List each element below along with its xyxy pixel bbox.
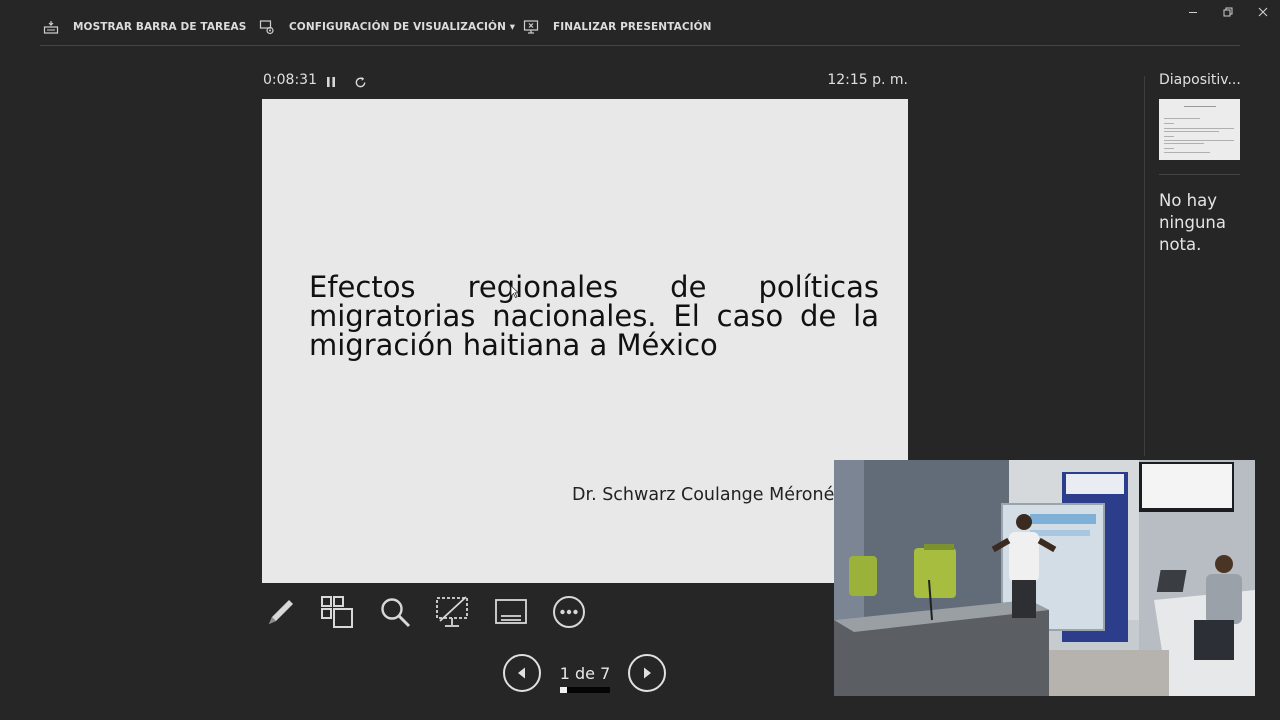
show-taskbar-button[interactable]: MOSTRAR BARRA DE TAREAS <box>43 14 246 40</box>
toolbar-divider <box>40 45 1240 46</box>
restore-button[interactable] <box>1211 2 1245 22</box>
reset-timer-button[interactable] <box>352 74 368 90</box>
current-time: 12:15 p. m. <box>827 72 908 88</box>
more-options-button[interactable] <box>551 594 587 630</box>
speaker-notes: No hay ninguna nota. <box>1159 191 1226 254</box>
display-settings-icon <box>259 20 274 35</box>
next-slide-thumbnail[interactable] <box>1159 99 1240 160</box>
subtitles-button[interactable] <box>493 594 529 630</box>
current-slide: Efectos regionales de políticas migrator… <box>262 99 908 583</box>
slide-author: Dr. Schwarz Coulange Méroné <box>572 485 835 505</box>
restart-icon <box>355 76 365 87</box>
show-taskbar-label: MOSTRAR BARRA DE TAREAS <box>73 21 247 33</box>
end-show-button[interactable]: FINALIZAR PRESENTACIÓN <box>523 14 712 40</box>
taskbar-icon <box>43 21 59 34</box>
panel-separator <box>1159 174 1240 175</box>
panel-divider <box>1144 76 1145 456</box>
display-settings-label: CONFIGURACIÓN DE VISUALIZACIÓN ▾ <box>289 21 516 33</box>
close-button[interactable] <box>1246 2 1280 22</box>
zoom-slide-button[interactable] <box>377 594 413 630</box>
slide-progress-bar <box>560 687 610 693</box>
see-all-slides-button[interactable] <box>319 594 355 630</box>
minimize-icon <box>1189 12 1197 13</box>
previous-arrow-icon <box>518 667 525 679</box>
end-show-icon <box>523 20 539 34</box>
pen-tool-button[interactable] <box>262 594 298 630</box>
slide-grid-icon <box>321 596 353 628</box>
mouse-cursor-icon <box>510 285 520 299</box>
next-arrow-icon <box>644 667 651 679</box>
display-settings-button[interactable]: CONFIGURACIÓN DE VISUALIZACIÓN ▾ <box>259 14 515 40</box>
end-show-label: FINALIZAR PRESENTACIÓN <box>553 21 712 33</box>
elapsed-timer: 0:08:31 <box>263 72 317 88</box>
black-screen-button[interactable] <box>434 594 470 630</box>
camera-video-overlay <box>834 460 1255 696</box>
restore-icon <box>1223 7 1233 17</box>
pen-icon <box>269 600 293 624</box>
slide-progress-fill <box>560 687 567 693</box>
subtitles-icon <box>495 599 527 624</box>
more-options-icon <box>553 596 585 628</box>
black-screen-icon <box>436 596 468 627</box>
close-icon <box>1258 7 1268 17</box>
pause-timer-button[interactable] <box>323 74 339 90</box>
slide-counter[interactable]: 1 de 7 <box>548 664 622 683</box>
next-slide-heading: Diapositiv... <box>1159 72 1241 88</box>
slide-title: Efectos regionales de políticas migrator… <box>309 270 879 362</box>
minimize-button[interactable] <box>1176 2 1210 22</box>
magnifier-icon <box>381 598 411 628</box>
next-slide-button[interactable] <box>628 654 666 692</box>
pause-icon <box>327 77 335 87</box>
previous-slide-button[interactable] <box>503 654 541 692</box>
lecture-room-video-frame <box>834 460 1255 696</box>
